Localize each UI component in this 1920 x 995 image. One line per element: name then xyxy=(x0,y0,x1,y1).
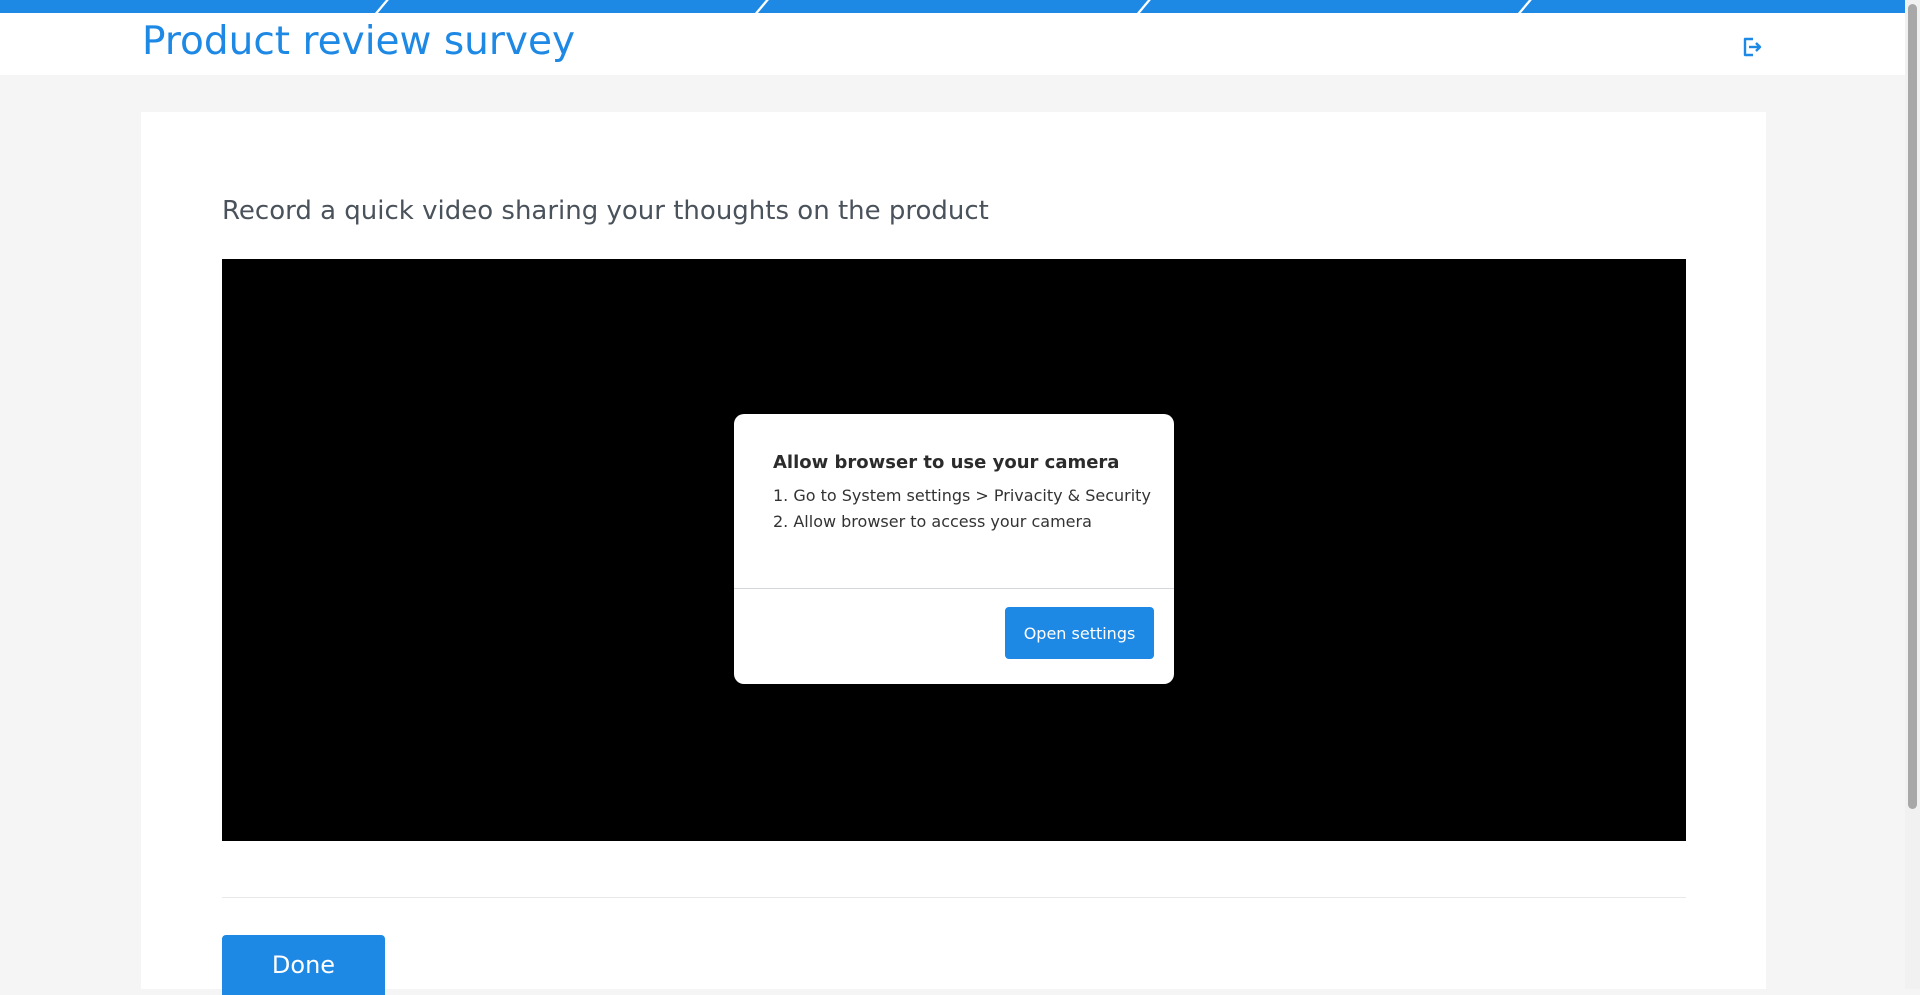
stripe-divider xyxy=(1513,0,1536,13)
dialog-title: Allow browser to use your camera xyxy=(773,452,1120,473)
video-recorder: Allow browser to use your camera 1. Go t… xyxy=(222,259,1686,841)
scrollbar[interactable] xyxy=(1905,0,1920,989)
top-accent-stripe xyxy=(0,0,1905,13)
dialog-step: 2. Allow browser to access your camera xyxy=(773,512,1092,531)
stripe-divider xyxy=(370,0,393,13)
question-text: Record a quick video sharing your though… xyxy=(222,196,989,226)
dialog-divider xyxy=(734,588,1174,589)
dialog-body: Allow browser to use your camera 1. Go t… xyxy=(734,414,1174,588)
camera-permission-dialog: Allow browser to use your camera 1. Go t… xyxy=(734,414,1174,684)
scrollbar-thumb[interactable] xyxy=(1908,4,1917,809)
dialog-step: 1. Go to System settings > Privacity & S… xyxy=(773,486,1151,505)
exit-icon xyxy=(1743,37,1762,57)
page-title: Product review survey xyxy=(142,19,576,64)
open-settings-button[interactable]: Open settings xyxy=(1005,607,1154,659)
exit-button[interactable] xyxy=(1738,33,1766,61)
footer-divider xyxy=(222,897,1686,898)
app-header: Product review survey xyxy=(0,13,1905,75)
done-button[interactable]: Done xyxy=(222,935,385,995)
stripe-divider xyxy=(1132,0,1155,13)
survey-card: Record a quick video sharing your though… xyxy=(141,112,1766,995)
stripe-divider xyxy=(750,0,773,13)
